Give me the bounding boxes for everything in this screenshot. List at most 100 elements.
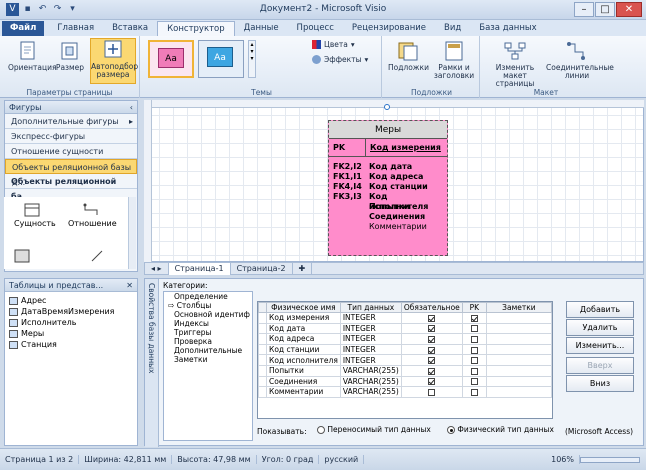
tab-design[interactable]: Конструктор — [157, 21, 235, 36]
column-row[interactable]: Комментарии VARCHAR(255) — [258, 386, 553, 398]
status-page[interactable]: Страница 1 из 2 — [0, 455, 80, 464]
status-language[interactable]: русский — [319, 455, 365, 464]
tab-view[interactable]: Вид — [435, 21, 470, 36]
minimize-button[interactable]: – — [574, 2, 594, 17]
table-item[interactable]: Адрес — [5, 295, 137, 306]
cell-name[interactable]: Код станции — [266, 343, 341, 356]
column-row[interactable]: Код дата INTEGER — [258, 322, 553, 335]
cell-name[interactable]: Код исполнителя — [266, 354, 341, 366]
physical-type-option[interactable]: Физический тип данных — [447, 425, 554, 434]
cell-type[interactable]: INTEGER — [339, 354, 402, 366]
table-item[interactable]: Станция — [5, 339, 137, 350]
required-checkbox[interactable] — [428, 335, 436, 343]
stencil-scrollbar[interactable] — [128, 197, 136, 269]
tab-insert[interactable]: Вставка — [103, 21, 157, 36]
cell-notes[interactable] — [485, 375, 553, 388]
portable-type-option[interactable]: Переносимый тип данных — [317, 425, 431, 434]
parent-to-category-icon[interactable] — [90, 249, 104, 265]
pk-checkbox[interactable] — [470, 314, 478, 322]
column-row[interactable]: Код адреса INTEGER — [258, 333, 553, 345]
cell-notes[interactable] — [485, 354, 553, 366]
cell-type[interactable]: VARCHAR(255) — [339, 375, 402, 388]
cell-type[interactable]: VARCHAR(255) — [339, 364, 402, 377]
page-nav-buttons[interactable]: ◂ ▸ — [145, 262, 169, 275]
borders-titles-button[interactable]: Рамки и заголовки — [430, 40, 478, 80]
category-item[interactable]: Проверка — [164, 337, 252, 346]
pk-checkbox[interactable] — [470, 367, 478, 375]
cell-name[interactable]: Комментарии — [266, 386, 341, 398]
pk-checkbox[interactable] — [470, 335, 478, 343]
connectors-button[interactable]: Соединительные линии — [546, 40, 614, 80]
required-checkbox[interactable] — [428, 325, 436, 333]
col-notes[interactable]: Заметки — [485, 302, 553, 313]
category-item[interactable]: Индексы — [164, 319, 252, 328]
tab-file[interactable]: Файл — [2, 21, 45, 36]
quick-shapes-item[interactable]: Экспресс-фигуры — [5, 129, 137, 144]
category-item[interactable]: Триггеры — [164, 328, 252, 337]
table-item[interactable]: ДатаВремяИзмерения — [5, 306, 137, 317]
category-item[interactable]: Определение — [164, 292, 252, 301]
tab-home[interactable]: Главная — [48, 21, 103, 36]
zoom-level[interactable]: 106% — [546, 455, 580, 464]
effects-button[interactable]: Эффекты ▾ — [312, 55, 368, 64]
cell-name[interactable]: Код адреса — [266, 333, 341, 345]
table-item[interactable]: Меры — [5, 328, 137, 339]
radio-physical[interactable] — [447, 426, 455, 434]
column-row[interactable]: Попытки VARCHAR(255) — [258, 364, 553, 377]
pk-checkbox[interactable] — [470, 325, 478, 333]
category-item[interactable]: Основной идентиф — [164, 310, 252, 319]
entity-shape[interactable]: Сущность — [14, 203, 56, 228]
tab-review[interactable]: Рецензирование — [343, 21, 435, 36]
edit-button[interactable]: Изменить... — [566, 337, 634, 354]
tab-data[interactable]: Данные — [235, 21, 288, 36]
relayout-button[interactable]: Изменить макет страницы — [484, 40, 546, 88]
cell-notes[interactable] — [485, 333, 553, 345]
column-row[interactable]: Код исполнителя INTEGER — [258, 354, 553, 366]
themes-gallery-scroll[interactable]: ▴ ▾ ▾ — [248, 40, 256, 78]
add-button[interactable]: Добавить — [566, 301, 634, 318]
cell-name[interactable]: Попытки — [266, 364, 341, 377]
cell-notes[interactable] — [485, 386, 553, 398]
size-button[interactable]: Размер — [54, 40, 86, 72]
pk-checkbox[interactable] — [470, 388, 478, 396]
remove-button[interactable]: Удалить — [566, 319, 634, 336]
tab-page-1[interactable]: Страница-1 — [168, 262, 231, 275]
required-checkbox[interactable] — [428, 367, 436, 375]
category-item-selected[interactable]: ⇨ Столбцы — [164, 301, 252, 310]
entity-shape-measures[interactable]: Меры PK Код измерения FK2,I2 Код дата FK1… — [328, 120, 448, 256]
column-row[interactable]: Код измерения INTEGER — [258, 312, 553, 324]
cell-name[interactable]: Код дата — [266, 322, 341, 335]
col-required[interactable]: Обязательное — [400, 302, 463, 313]
colors-button[interactable]: Цвета ▾ — [312, 40, 355, 49]
close-button[interactable]: ✕ — [616, 2, 642, 17]
collapse-icon[interactable]: ‹ — [130, 101, 133, 114]
category-item[interactable]: Дополнительные — [164, 346, 252, 355]
view-shape-icon[interactable] — [14, 249, 30, 265]
insert-page-icon[interactable]: ✚ — [293, 262, 313, 275]
col-data-type[interactable]: Тип данных — [339, 302, 402, 313]
move-down-button[interactable]: Вниз — [566, 375, 634, 392]
cell-type[interactable]: INTEGER — [339, 312, 402, 324]
required-checkbox[interactable] — [428, 388, 436, 396]
maximize-button[interactable]: □ — [595, 2, 615, 17]
table-item[interactable]: Исполнитель — [5, 317, 137, 328]
cell-name[interactable]: Код измерения — [266, 312, 341, 324]
autofit-button[interactable]: Автоподбор размера — [90, 38, 138, 84]
cell-type[interactable]: VARCHAR(255) — [339, 386, 402, 398]
cell-notes[interactable] — [485, 343, 553, 356]
more-shapes-item[interactable]: Дополнительные фигуры ▸ — [5, 114, 137, 129]
cell-name[interactable]: Соединения — [266, 375, 341, 388]
tab-page-2[interactable]: Страница-2 — [231, 262, 293, 275]
orientation-button[interactable]: Ориентация — [8, 40, 57, 72]
cell-notes[interactable] — [485, 312, 553, 324]
required-checkbox[interactable] — [428, 378, 436, 386]
cell-type[interactable]: INTEGER — [339, 333, 402, 345]
move-up-button[interactable]: Вверх — [566, 357, 634, 374]
col-pk[interactable]: PK — [461, 302, 487, 313]
relational-objects-item[interactable]: Объекты реляционной базы д... — [5, 159, 137, 187]
cell-type[interactable]: INTEGER — [339, 343, 402, 356]
cell-type[interactable]: INTEGER — [339, 322, 402, 335]
col-physical-name[interactable]: Физическое имя — [266, 302, 341, 313]
theme-2[interactable]: Aa — [198, 40, 244, 78]
column-row[interactable]: Соединения VARCHAR(255) — [258, 375, 553, 388]
